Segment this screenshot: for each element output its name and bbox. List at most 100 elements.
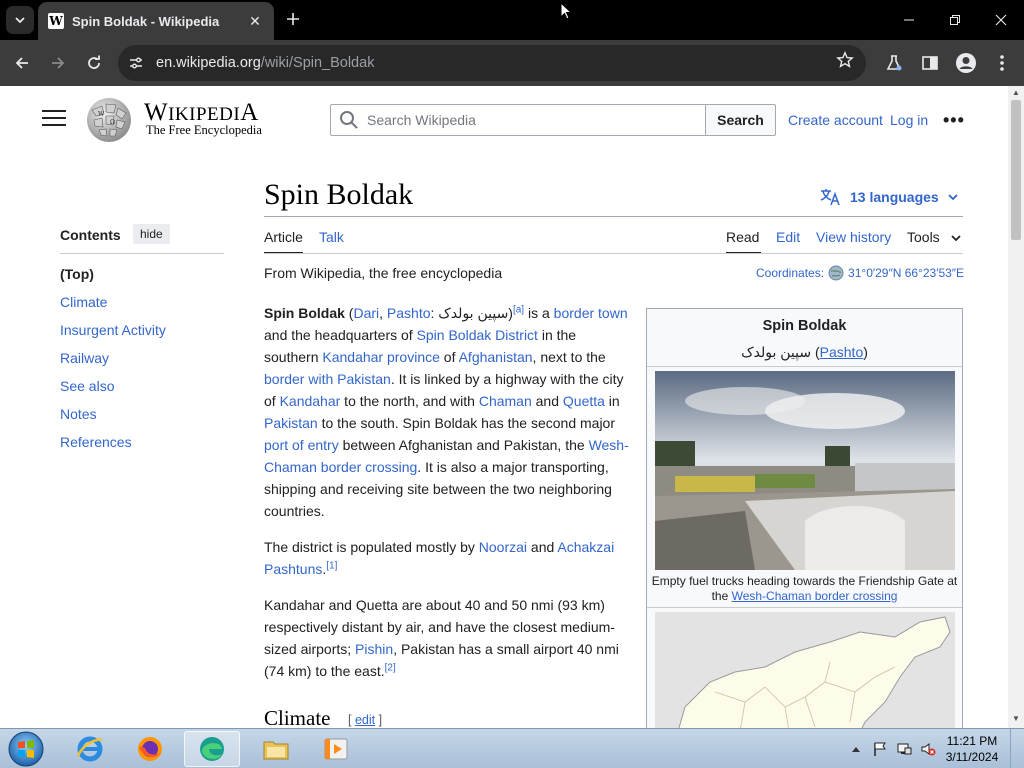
taskbar-internet-explorer[interactable] <box>62 731 118 767</box>
folder-icon <box>263 741 289 760</box>
tab-article[interactable]: Article <box>264 229 303 245</box>
url-path: /wiki/Spin_Boldak <box>260 55 375 71</box>
toc-item-see-also[interactable]: See also <box>60 378 114 394</box>
infobox-map[interactable] <box>655 612 955 728</box>
tab-view-history[interactable]: View history <box>816 229 891 245</box>
search-box[interactable] <box>330 104 706 136</box>
search-icon <box>339 110 359 130</box>
text-run: in <box>604 393 620 409</box>
link-quetta[interactable]: Quetta <box>563 393 605 409</box>
show-desktop-button[interactable] <box>1010 729 1024 768</box>
browser-toolbar: en.wikipedia.org/wiki/Spin_Boldak <box>0 40 1024 86</box>
address-bar[interactable]: en.wikipedia.org/wiki/Spin_Boldak <box>118 45 866 81</box>
back-button[interactable] <box>10 51 34 75</box>
page-scrollbar[interactable]: ▲ ▼ <box>1008 86 1024 728</box>
link-pishin[interactable]: Pishin <box>355 641 393 657</box>
taskbar-edge-active[interactable] <box>184 731 240 767</box>
toc-item-climate[interactable]: Climate <box>60 294 107 310</box>
start-button-icon[interactable] <box>6 730 46 768</box>
main-menu-button[interactable] <box>42 110 66 130</box>
infobox-divider <box>647 366 962 367</box>
url-text: en.wikipedia.org/wiki/Spin_Boldak <box>156 55 374 71</box>
link-kandahar-province[interactable]: Kandahar province <box>322 349 440 365</box>
action-center-flag-icon[interactable] <box>870 739 890 759</box>
languages-button[interactable]: 13 languages <box>820 188 959 206</box>
toc-item-insurgent-activity[interactable]: Insurgent Activity <box>60 322 166 338</box>
note-ref-a[interactable]: [a] <box>513 304 524 315</box>
link-border-town[interactable]: border town <box>554 305 628 321</box>
taskbar-file-explorer[interactable] <box>248 731 304 767</box>
tab-talk[interactable]: Talk <box>319 229 344 245</box>
bookmark-star-icon[interactable] <box>836 51 854 74</box>
caption-link-wesh-chaman[interactable]: Wesh-Chaman border crossing <box>732 589 898 603</box>
forward-button[interactable] <box>46 51 70 75</box>
window-minimize-button[interactable] <box>886 0 932 40</box>
tab-close-icon[interactable]: ✕ <box>244 13 266 30</box>
toc-item-references[interactable]: References <box>60 434 132 450</box>
wikipedia-globe-logo-icon[interactable]: W Ω <box>84 96 134 144</box>
search-button[interactable]: Search <box>705 104 776 136</box>
log-in-link[interactable]: Log in <box>890 112 928 128</box>
tab-title: Spin Boldak - Wikipedia <box>72 13 220 29</box>
network-icon[interactable] <box>894 739 914 759</box>
lead-paragraph-2: The district is populated mostly by Noor… <box>264 536 634 580</box>
coordinates-label[interactable]: Coordinates: <box>756 266 824 280</box>
toc-item-railway[interactable]: Railway <box>60 350 109 366</box>
tab-edit[interactable]: Edit <box>776 229 800 245</box>
section-edit-link[interactable]: edit <box>355 713 375 727</box>
reload-button[interactable] <box>82 51 106 75</box>
reload-icon <box>88 55 100 69</box>
link-dari[interactable]: Dari <box>353 305 379 321</box>
tools-menu-button[interactable]: Tools <box>907 229 940 245</box>
link-kandahar[interactable]: Kandahar <box>280 393 341 409</box>
user-menu-more-button[interactable]: ••• <box>943 110 965 131</box>
link-spin-boldak-district[interactable]: Spin Boldak District <box>417 327 538 343</box>
scroll-down-arrow-icon[interactable]: ▼ <box>1008 714 1024 726</box>
infobox-link-pashto[interactable]: Pashto <box>820 344 864 360</box>
side-panel-icon[interactable] <box>918 51 942 75</box>
scrollbar-thumb[interactable] <box>1011 100 1021 240</box>
toc-hide-button[interactable]: hide <box>133 224 170 244</box>
coordinates-value[interactable]: 31°0′29″N 66°23′53″E <box>848 266 964 280</box>
browser-tab-active[interactable]: W Spin Boldak - Wikipedia ✕ <box>38 2 274 40</box>
ref-2[interactable]: [2] <box>385 662 396 673</box>
window-close-button[interactable] <box>978 0 1024 40</box>
toc-item-notes[interactable]: Notes <box>60 406 97 422</box>
link-border-with-pakistan[interactable]: border with Pakistan <box>264 371 391 387</box>
link-pashto[interactable]: Pashto <box>387 305 431 321</box>
taskbar-firefox[interactable] <box>122 731 178 767</box>
close-icon <box>995 14 1007 26</box>
chevron-down-icon[interactable] <box>950 232 962 244</box>
link-afghanistan[interactable]: Afghanistan <box>459 349 533 365</box>
volume-muted-icon[interactable] <box>918 739 938 759</box>
taskbar-clock[interactable]: 11:21 PM 3/11/2024 <box>944 733 1000 765</box>
new-tab-button[interactable] <box>282 8 304 30</box>
title-divider <box>264 216 963 217</box>
create-account-link[interactable]: Create account <box>788 112 883 128</box>
toc-item-top[interactable]: (Top) <box>60 266 94 282</box>
show-hidden-icons-arrow-icon[interactable] <box>846 739 866 759</box>
taskbar-media-player[interactable] <box>308 731 364 767</box>
tab-read[interactable]: Read <box>726 229 759 245</box>
link-chaman[interactable]: Chaman <box>479 393 532 409</box>
infobox-photo[interactable] <box>655 371 955 570</box>
clock-date: 3/11/2024 <box>945 750 999 764</box>
ref-1[interactable]: [1] <box>326 560 337 571</box>
toc-title: Contents <box>60 227 121 243</box>
link-port-of-entry[interactable]: port of entry <box>264 437 339 453</box>
search-input[interactable] <box>367 112 687 128</box>
profile-avatar-icon[interactable] <box>954 51 978 75</box>
tab-search-button[interactable] <box>6 6 34 34</box>
link-noorzai[interactable]: Noorzai <box>479 539 527 555</box>
text-run: of <box>439 349 459 365</box>
site-info-icon[interactable] <box>124 51 148 75</box>
scroll-up-arrow-icon[interactable]: ▲ <box>1008 88 1024 100</box>
browser-menu-icon[interactable] <box>990 51 1014 75</box>
window-restore-button[interactable] <box>932 0 978 40</box>
chevron-down-icon <box>15 17 25 24</box>
page-title: Spin Boldak <box>264 178 414 211</box>
globe-icon[interactable] <box>828 265 844 281</box>
labs-flask-icon[interactable] <box>882 51 906 75</box>
link-pakistan[interactable]: Pakistan <box>264 415 318 431</box>
internet-explorer-icon <box>76 736 103 762</box>
